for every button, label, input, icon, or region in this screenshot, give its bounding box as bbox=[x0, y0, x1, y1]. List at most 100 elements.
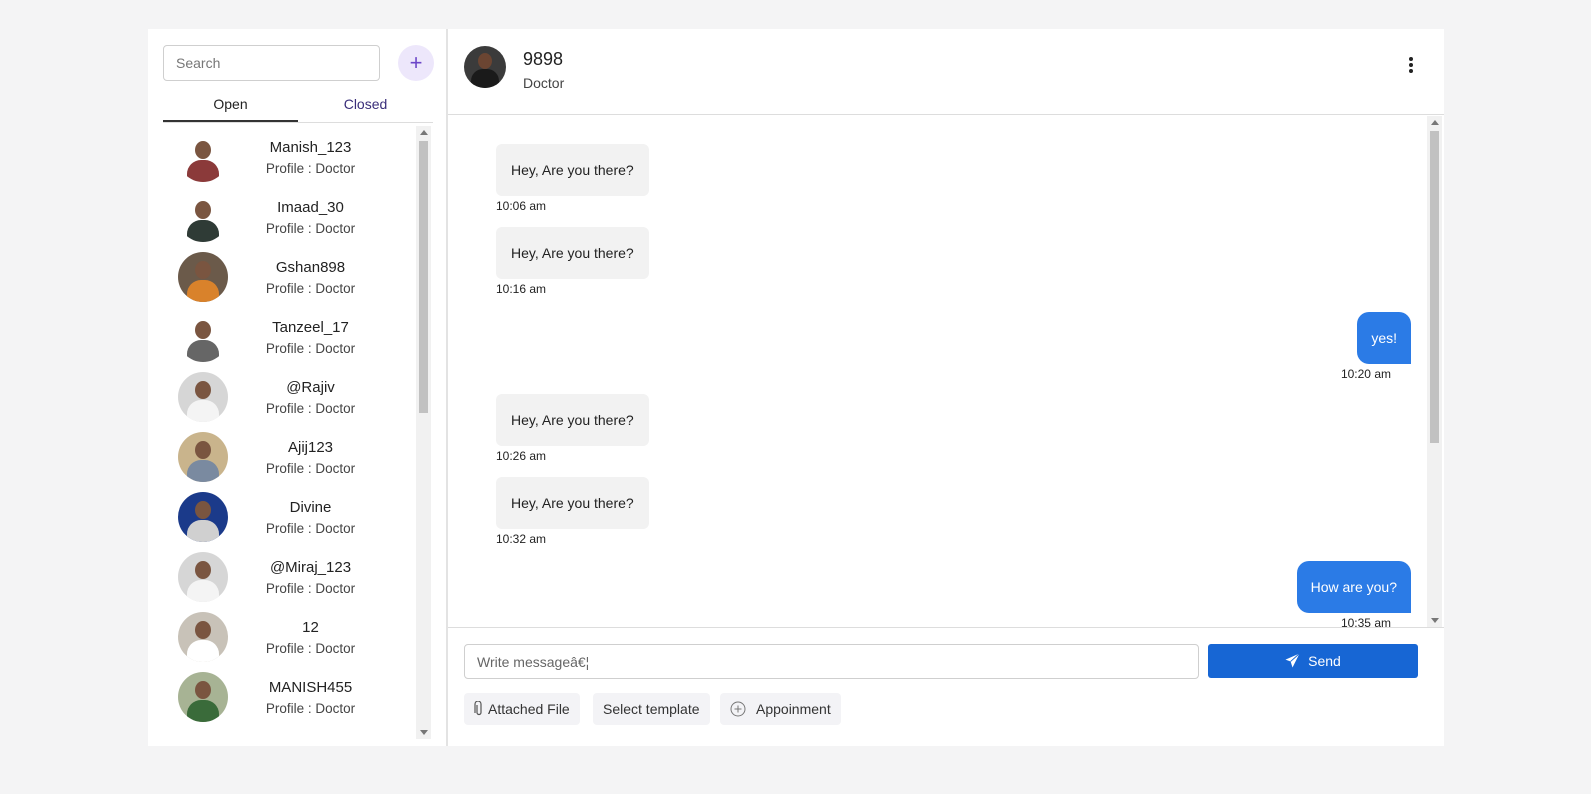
scrollbar-thumb[interactable] bbox=[1430, 131, 1439, 443]
contact-name: Imaad_30 bbox=[277, 198, 344, 216]
message-bubble: Hey, Are you there? bbox=[496, 227, 649, 279]
incoming-message: Hey, Are you there? 10:26 am bbox=[496, 394, 649, 463]
contact-item[interactable]: Imaad_30 Profile : Doctor bbox=[163, 187, 433, 247]
avatar bbox=[178, 612, 228, 662]
plus-icon: + bbox=[409, 50, 423, 75]
message-bubble: Hey, Are you there? bbox=[496, 144, 649, 196]
appointment-button[interactable]: Appoinment bbox=[720, 693, 841, 725]
chat-panel: 9898 Doctor Hey, Are you there? 10:06 am H… bbox=[448, 29, 1444, 746]
contact-profile: Profile : Doctor bbox=[265, 520, 356, 536]
message-time: 10:16 am bbox=[496, 282, 547, 296]
message-bubble: How are you? bbox=[1296, 561, 1411, 613]
contact-item[interactable]: 12 Profile : Doctor bbox=[163, 607, 433, 667]
tab-closed[interactable]: Closed bbox=[298, 91, 433, 122]
contact-list-scrollbar[interactable] bbox=[416, 126, 431, 739]
message-time: 10:32 am bbox=[496, 532, 547, 546]
avatar bbox=[178, 432, 228, 482]
contact-profile: Profile : Doctor bbox=[265, 400, 356, 416]
message-time: 10:06 am bbox=[496, 199, 547, 213]
incoming-message: Hey, Are you there? 10:06 am bbox=[496, 144, 649, 213]
outgoing-message: yes! 10:20 am bbox=[1341, 312, 1411, 381]
message-bubble: Hey, Are you there? bbox=[496, 477, 649, 529]
contact-item[interactable]: Ajij123 Profile : Doctor bbox=[163, 427, 433, 487]
contact-text: Tanzeel_17 Profile : Doctor bbox=[228, 319, 433, 356]
send-label: Send bbox=[1308, 653, 1341, 669]
avatar bbox=[178, 552, 228, 602]
avatar bbox=[178, 132, 228, 182]
contact-text: MANISH455 Profile : Doctor bbox=[228, 679, 433, 716]
contact-name: Gshan898 bbox=[275, 258, 346, 276]
contact-name: 9898 bbox=[523, 49, 564, 69]
contact-profile: Profile : Doctor bbox=[265, 280, 356, 296]
contact-profile: Profile : Doctor bbox=[265, 460, 356, 476]
contact-profile: Profile : Doctor bbox=[265, 160, 356, 176]
select-template-button[interactable]: Select template bbox=[593, 693, 710, 725]
paper-plane-icon bbox=[1285, 653, 1300, 668]
scroll-down-arrow-icon[interactable] bbox=[420, 730, 428, 735]
message-input[interactable] bbox=[464, 644, 1199, 679]
contact-item[interactable]: MANISH455 Profile : Doctor bbox=[163, 667, 433, 727]
avatar bbox=[178, 192, 228, 242]
appointment-label: Appoinment bbox=[756, 701, 831, 717]
contact-text: 12 Profile : Doctor bbox=[228, 619, 433, 656]
message-bubble: yes! bbox=[1357, 312, 1411, 364]
contact-profile: Profile : Doctor bbox=[265, 340, 356, 356]
contact-name: @Rajiv bbox=[286, 378, 335, 396]
incoming-message: Hey, Are you there? 10:32 am bbox=[496, 477, 649, 546]
contact-name: Ajij123 bbox=[287, 438, 334, 456]
contact-text: @Rajiv Profile : Doctor bbox=[228, 379, 433, 416]
avatar bbox=[178, 672, 228, 722]
message-time: 10:35 am bbox=[1340, 616, 1391, 627]
message-bubble: Hey, Are you there? bbox=[496, 394, 649, 446]
tab-open[interactable]: Open bbox=[163, 91, 298, 122]
search-row: + bbox=[163, 45, 434, 81]
contact-profile: Profile : Doctor bbox=[265, 580, 356, 596]
incoming-message: Hey, Are you there? 10:16 am bbox=[496, 227, 649, 296]
message-list: Hey, Are you there? 10:06 am Hey, Are you … bbox=[448, 116, 1444, 627]
avatar[interactable] bbox=[464, 46, 506, 88]
contact-text: Divine Profile : Doctor bbox=[228, 499, 433, 536]
more-options-icon[interactable] bbox=[1406, 56, 1416, 76]
add-conversation-button[interactable]: + bbox=[398, 45, 434, 81]
message-time: 10:26 am bbox=[496, 449, 547, 463]
contact-profile: Profile : Doctor bbox=[265, 220, 356, 236]
contact-profile: Profile : Doctor bbox=[265, 640, 356, 656]
chat-header: 9898 Doctor bbox=[448, 29, 1444, 115]
conversation-tabs: Open Closed bbox=[163, 91, 433, 123]
message-list-scrollbar[interactable] bbox=[1427, 116, 1442, 627]
contact-item[interactable]: @Rajiv Profile : Doctor bbox=[163, 367, 433, 427]
paperclip-icon bbox=[474, 700, 482, 716]
contact-name: @Miraj_123 bbox=[269, 558, 352, 576]
scroll-down-arrow-icon[interactable] bbox=[1431, 618, 1439, 623]
contact-profile: Profile : Doctor bbox=[265, 700, 356, 716]
contact-item[interactable]: @Miraj_123 Profile : Doctor bbox=[163, 547, 433, 607]
select-template-label: Select template bbox=[603, 701, 700, 717]
avatar bbox=[178, 312, 228, 362]
outgoing-message: How are you? 10:35 am bbox=[1296, 561, 1411, 627]
contact-item[interactable]: Manish_123 Profile : Doctor bbox=[163, 127, 433, 187]
contact-name: 12 bbox=[302, 618, 319, 636]
scroll-up-arrow-icon[interactable] bbox=[420, 130, 428, 135]
search-input[interactable] bbox=[163, 45, 380, 81]
contact-text: Ajij123 Profile : Doctor bbox=[228, 439, 433, 476]
attach-file-button[interactable]: Attached File bbox=[464, 693, 580, 725]
contact-role: Doctor bbox=[523, 75, 565, 91]
contact-item[interactable]: Divine Profile : Doctor bbox=[163, 487, 433, 547]
attach-file-label: Attached File bbox=[488, 701, 570, 717]
avatar bbox=[178, 372, 228, 422]
conversation-sidebar: + Open Closed Manish_123 Profile : Doctor… bbox=[148, 29, 448, 746]
add-circle-icon bbox=[730, 701, 746, 717]
avatar bbox=[178, 252, 228, 302]
contact-item[interactable]: Tanzeel_17 Profile : Doctor bbox=[163, 307, 433, 367]
contact-text: Imaad_30 Profile : Doctor bbox=[228, 199, 433, 236]
contact-list: Manish_123 Profile : Doctor Imaad_30 Profil… bbox=[163, 127, 433, 739]
contact-name: Divine bbox=[289, 498, 332, 516]
contact-text: @Miraj_123 Profile : Doctor bbox=[228, 559, 433, 596]
scrollbar-thumb[interactable] bbox=[419, 141, 428, 413]
contact-name: MANISH455 bbox=[268, 678, 353, 696]
contact-text: Manish_123 Profile : Doctor bbox=[228, 139, 433, 176]
scroll-up-arrow-icon[interactable] bbox=[1431, 120, 1439, 125]
contact-item[interactable]: Gshan898 Profile : Doctor bbox=[163, 247, 433, 307]
contact-name: Tanzeel_17 bbox=[272, 318, 349, 336]
send-button[interactable]: Send bbox=[1208, 644, 1418, 678]
